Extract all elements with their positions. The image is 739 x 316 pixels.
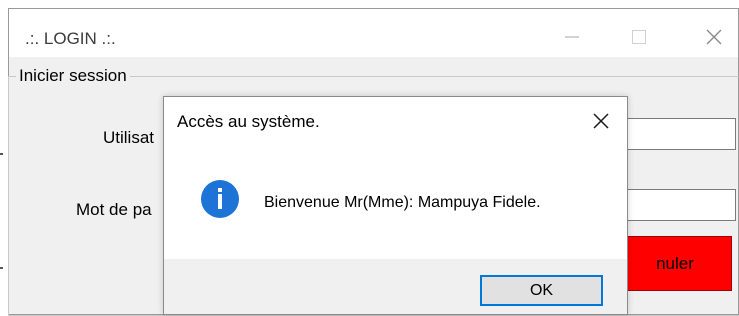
password-label: Mot de pa [76, 200, 152, 219]
left-edge-mark [0, 153, 3, 155]
maximize-icon [632, 30, 646, 44]
dialog-close-button[interactable] [585, 105, 617, 137]
password-field[interactable] [612, 189, 736, 221]
ok-button-label: OK [529, 281, 554, 299]
dialog-message: Bienvenue Mr(Mme): Mampuya Fidele. [264, 194, 541, 211]
cancel-button[interactable]: nuler [612, 236, 732, 291]
ok-button[interactable]: OK [480, 275, 603, 306]
username-label: Utilisat [103, 128, 155, 147]
minimize-button[interactable] [549, 17, 595, 57]
window-titlebar[interactable]: .:. LOGIN .:. [9, 9, 738, 57]
cancel-button-label: nuler [656, 253, 694, 273]
window-close-button[interactable] [691, 17, 737, 57]
dialog-footer: OK [164, 259, 627, 314]
window-title: .:. LOGIN .:. [25, 29, 116, 48]
message-dialog: Accès au système. Bienvenue Mr(Mme): Mam… [163, 96, 628, 315]
maximize-button[interactable] [616, 17, 662, 57]
group-title: Inicier session [16, 66, 130, 86]
close-icon [593, 113, 609, 129]
username-field[interactable] [612, 118, 736, 150]
dialog-title: Accès au système. [177, 112, 320, 131]
info-icon [201, 180, 239, 218]
left-edge-mark [0, 267, 3, 269]
close-icon [706, 29, 722, 45]
minimize-icon [565, 36, 579, 38]
